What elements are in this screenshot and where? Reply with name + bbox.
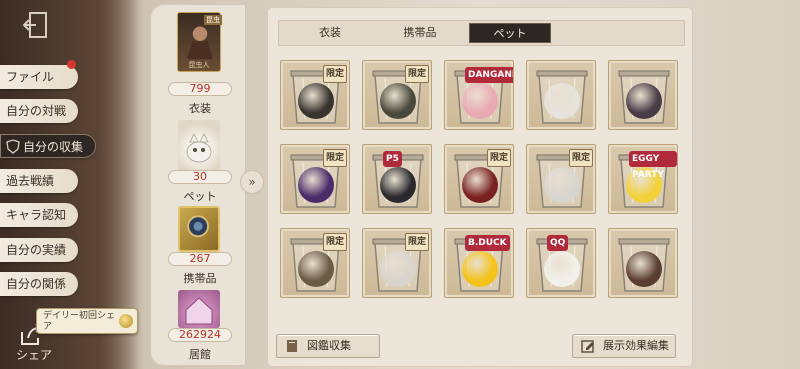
costume-thumbnail[interactable]: 昆虫 昆虫人 (177, 12, 222, 72)
exit-icon[interactable] (20, 10, 50, 40)
nav-item-5[interactable]: 自分の実績 (0, 238, 78, 262)
pet-figure (298, 251, 334, 287)
limited-badge: 限定 (405, 65, 429, 83)
pet-card[interactable] (608, 60, 678, 130)
display-effect-edit-button[interactable]: 展示効果編集 (572, 334, 676, 358)
limited-badge: 限定 (487, 149, 511, 167)
limited-badge: 限定 (323, 65, 347, 83)
pet-figure (626, 251, 662, 287)
nav-item-3[interactable]: 過去戦績 (0, 169, 78, 193)
tab-0[interactable]: 衣装 (289, 23, 371, 43)
pet-count: 30 (168, 170, 232, 184)
daily-share-tip[interactable]: デイリー初回シェア (36, 308, 138, 334)
costume-caption: 昆虫人 (188, 61, 210, 69)
collection-tabs: 衣装 携帯品 ペット (278, 20, 685, 46)
item-label: 携帯品 (183, 272, 217, 285)
pet-figure (462, 251, 498, 287)
pet-icon (186, 132, 212, 163)
nav-item-label: ファイル (6, 70, 55, 84)
book-icon (287, 340, 297, 352)
home-thumbnail[interactable] (178, 290, 220, 328)
pet-card[interactable] (608, 228, 678, 298)
expand-button[interactable]: » (240, 170, 264, 194)
home-count: 262924 (168, 328, 232, 342)
coin-icon (119, 314, 133, 328)
nav-item-4[interactable]: キャラ認知 (0, 203, 78, 227)
collab-logo: B.DUCK (465, 235, 510, 251)
tab-2[interactable]: ペット (469, 23, 551, 43)
pet-figure (380, 167, 416, 203)
nav-item-1[interactable]: 自分の対戦 (0, 99, 78, 123)
pet-card[interactable]: 限定 (280, 60, 350, 130)
pet-thumbnail[interactable] (178, 120, 220, 172)
pet-card[interactable]: 限定 (280, 144, 350, 214)
pet-card[interactable]: 限定 (362, 228, 432, 298)
pet-figure (380, 251, 416, 287)
pet-card[interactable]: DANGANRONPA (444, 60, 514, 130)
pet-figure (298, 83, 334, 119)
shield-icon (6, 139, 20, 154)
catalog-button[interactable]: 図鑑収集 (276, 334, 380, 358)
nav-item-label: 自分の収集 (23, 140, 84, 154)
home-label: 居館 (189, 348, 211, 361)
pet-card[interactable]: P5 (362, 144, 432, 214)
nav-item-label: 自分の関係 (6, 277, 67, 291)
daily-share-text: デイリー初回シェア (43, 311, 116, 332)
pet-figure (544, 83, 580, 119)
collection-stats-panel: 昆虫 昆虫人 799 衣装 30 ペット 267 携帯品 262924 居館 (150, 4, 246, 366)
costume-label: 衣装 (189, 102, 211, 115)
pet-card[interactable]: 限定 (444, 144, 514, 214)
display-effect-edit-label: 展示効果編集 (603, 339, 669, 352)
house-icon (185, 297, 213, 325)
item-count: 267 (168, 252, 232, 266)
nav-item-label: 自分の実績 (6, 243, 67, 257)
pet-card[interactable]: 限定 (526, 144, 596, 214)
notification-dot (67, 60, 76, 69)
pet-figure (298, 167, 334, 203)
nav-item-label: 過去戦績 (6, 174, 55, 188)
pet-card[interactable]: 限定 (362, 60, 432, 130)
nav-item-2[interactable]: 自分の収集 (0, 134, 96, 158)
catalog-label: 図鑑収集 (307, 339, 351, 352)
edit-icon (581, 340, 594, 353)
share-label: シェア (16, 348, 53, 362)
hunter-icon (187, 26, 213, 60)
pet-figure (462, 83, 498, 119)
collab-logo: P5 (383, 151, 402, 167)
pet-figure (626, 83, 662, 119)
nav-item-0[interactable]: ファイル (0, 65, 78, 89)
collab-logo: DANGANRONPA (465, 67, 513, 83)
pet-label: ペット (183, 190, 217, 203)
limited-badge: 限定 (569, 149, 593, 167)
pet-card[interactable]: EGGY PARTY (608, 144, 678, 214)
pet-figure (380, 83, 416, 119)
limited-badge: 限定 (323, 149, 347, 167)
pet-figure (544, 251, 580, 287)
double-chevron-icon: » (248, 175, 256, 189)
item-thumbnail[interactable] (178, 206, 220, 252)
pendant-icon (187, 215, 209, 238)
pet-card[interactable]: QQ (526, 228, 596, 298)
pet-figure (462, 167, 498, 203)
nav-item-label: 自分の対戦 (6, 104, 67, 118)
tab-1[interactable]: 携帯品 (379, 23, 461, 43)
pet-figure (544, 167, 580, 203)
nav-item-label: キャラ認知 (6, 208, 67, 222)
pet-card[interactable]: 限定 (280, 228, 350, 298)
pet-card[interactable] (526, 60, 596, 130)
nav-item-6[interactable]: 自分の関係 (0, 272, 78, 296)
limited-badge: 限定 (405, 233, 429, 251)
collab-logo: QQ (547, 235, 569, 251)
collab-logo: EGGY PARTY (629, 151, 677, 180)
costume-count: 799 (168, 82, 232, 96)
pet-card[interactable]: B.DUCK (444, 228, 514, 298)
limited-badge: 限定 (323, 233, 347, 251)
